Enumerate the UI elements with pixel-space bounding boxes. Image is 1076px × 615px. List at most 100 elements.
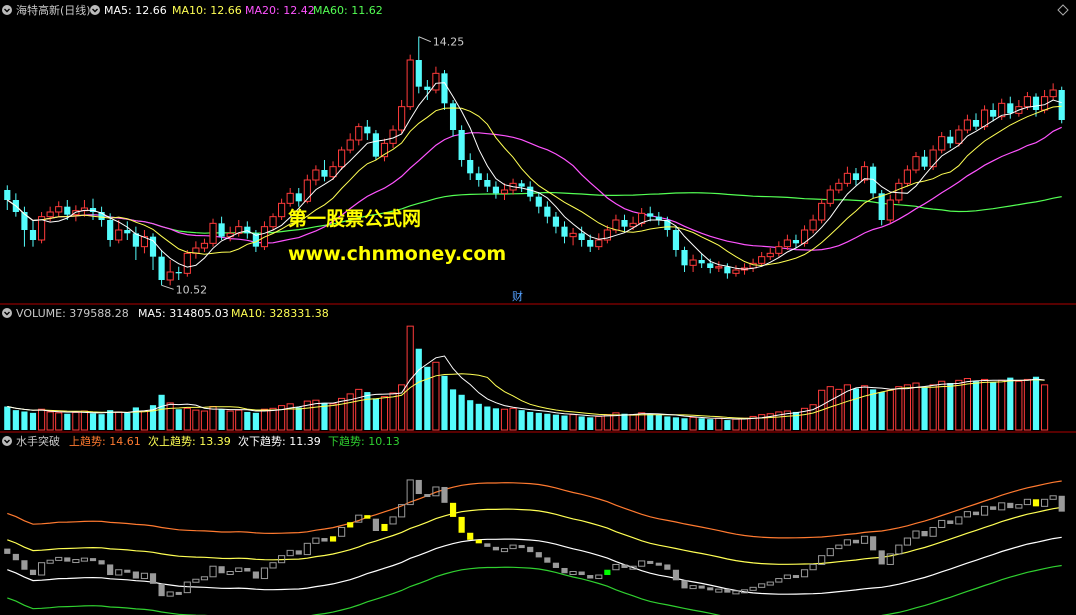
candle-body [492, 186, 500, 194]
indicator-bar [98, 560, 105, 565]
indicator-bar [852, 539, 860, 544]
indicator-bar [492, 546, 500, 551]
chevron-down-icon[interactable] [2, 436, 12, 446]
candle-body [432, 72, 440, 91]
indicator-bar [990, 506, 997, 510]
candle-body [672, 230, 680, 250]
indicator-bar [707, 587, 714, 591]
ma60-label: MA60: 11.62 [313, 4, 383, 17]
indicator-bar [158, 583, 165, 597]
candle-body [355, 126, 363, 141]
candle-body [321, 170, 328, 177]
volume-bar [724, 420, 731, 430]
chevron-down-icon[interactable] [2, 308, 12, 318]
chevron-down-icon[interactable] [2, 5, 12, 15]
indicator-bar [4, 548, 11, 554]
candle-body [775, 246, 783, 254]
indicator-bar [724, 589, 731, 593]
candle-body [124, 230, 131, 234]
candle-body [818, 202, 826, 221]
candle-body [441, 73, 448, 104]
indicator-bar [364, 515, 371, 519]
candle-body [218, 223, 225, 237]
candle-body [406, 59, 414, 108]
indicator-bar [604, 569, 611, 576]
stock-name: 海特高新(日线) [16, 3, 91, 17]
indicator-bar [1032, 499, 1040, 507]
candle-body [886, 199, 894, 221]
candle-body [724, 266, 731, 274]
candle-body [338, 149, 346, 168]
indicator-bar [947, 520, 954, 524]
volume-bar [295, 407, 302, 430]
candle-body [870, 166, 877, 194]
candle-body [912, 156, 920, 171]
candle-body [852, 173, 860, 180]
candle-body [364, 126, 371, 134]
volume-bar [124, 412, 131, 430]
candle-body [972, 120, 980, 127]
indicator-bar [458, 516, 465, 533]
candle-body [415, 60, 422, 87]
indicator-bar [321, 538, 328, 542]
candle-body [1032, 96, 1040, 110]
finance-marker-label[interactable]: 财 [512, 289, 523, 303]
chevron-down-icon[interactable] [90, 5, 100, 15]
indicator-bar [12, 553, 19, 561]
candle-body [612, 219, 620, 231]
candle-body [527, 186, 534, 197]
indicator-bar [792, 575, 800, 579]
volume-bar [792, 411, 800, 430]
candle-body [346, 139, 354, 151]
candle-body [278, 202, 286, 218]
candle-body [312, 169, 320, 181]
volume-bar [89, 413, 97, 430]
candle-body [500, 189, 509, 194]
candle-body [929, 149, 937, 168]
volume-bar [458, 394, 465, 430]
candle-body [938, 136, 946, 151]
finance-marker[interactable]: 财 [510, 289, 526, 303]
volume-bar [64, 413, 71, 430]
candle-body [544, 206, 551, 217]
candle-body [689, 259, 697, 266]
volume-bar [621, 413, 628, 430]
candle-body [449, 103, 457, 130]
candle-body [484, 180, 491, 187]
volume-bar [175, 409, 182, 430]
candle-body [552, 216, 560, 227]
indicator-bar [544, 557, 551, 563]
lower-trend-label: 下趋势: 10.13 [328, 435, 400, 448]
stock-chart[interactable]: 海特高新(日线) MA5: 12.66 MA10: 12.66 MA20: 12… [0, 0, 1076, 615]
volume-header: VOLUME: 379588.28 MA5: 314805.03 MA10: 3… [2, 307, 329, 320]
indicator-bar [295, 550, 302, 555]
volume-bar [655, 414, 662, 430]
candle-body [475, 173, 482, 180]
indicator-bar [329, 536, 337, 542]
candle-body [535, 196, 542, 207]
candle-body [398, 106, 406, 131]
indicator-bar [347, 522, 354, 528]
indicator-bar [175, 591, 182, 595]
candle-body [329, 166, 337, 178]
indicator-bar [484, 543, 491, 547]
candle-body [458, 130, 465, 160]
candle-body [766, 252, 774, 258]
candle-body [269, 216, 277, 228]
volume-bar [252, 412, 259, 430]
volume-bar [1032, 376, 1040, 430]
indicator-name: 水手突破 [16, 434, 60, 448]
volume-bar [990, 382, 997, 430]
indicator-bar [64, 557, 71, 562]
indicator-bar [475, 539, 482, 544]
indicator-bar [467, 532, 474, 540]
candle-body [903, 169, 911, 184]
volume-bar [484, 406, 491, 430]
candle-body [921, 156, 928, 167]
high-price-label: 14.25 [433, 36, 465, 49]
volume-bar [527, 411, 534, 430]
ma10-label: MA10: 12.66 [172, 4, 242, 17]
candle-body [303, 179, 311, 202]
candle-body [621, 220, 628, 227]
volume-bar [921, 387, 928, 430]
